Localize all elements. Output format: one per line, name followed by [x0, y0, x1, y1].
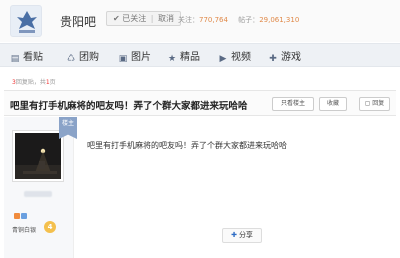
favorite-button[interactable]: 收藏: [319, 97, 347, 111]
share-label: 分享: [238, 231, 253, 239]
unfollow-label[interactable]: 取消: [158, 14, 174, 23]
reply-icon: ▢: [364, 100, 371, 107]
reply-suffix: 回复贴，共: [15, 79, 46, 86]
thread-title: 吧里有打手机麻将的吧友吗！弄了个群大家都进来玩哈哈: [10, 101, 248, 112]
tab-featured[interactable]: ★ 精品: [167, 48, 200, 64]
reply-label: 回复: [372, 100, 385, 107]
forum-name[interactable]: 贵阳吧: [60, 13, 96, 30]
avatar[interactable]: [13, 131, 63, 181]
level-number: 4: [44, 221, 56, 233]
level-label: 青铜白银: [12, 227, 37, 234]
tab-video-label: 视频: [231, 52, 251, 63]
star-icon: ★: [167, 54, 177, 64]
follow-count-label: 关注：: [178, 16, 199, 24]
badge-icon: [14, 213, 20, 219]
forum-logo-icon: [17, 11, 37, 33]
author-panel: 青铜白银 4: [4, 117, 74, 258]
thread-title-bar: 吧里有打手机麻将的吧友吗！弄了个群大家都进来玩哈哈 只看楼主 收藏 ▢ 回复: [4, 90, 396, 116]
forum-header: 贵阳吧 ✔ 已关注 | 取消 关注：770,764 帖子：29,061,310: [0, 0, 400, 42]
tab-games-label: 游戏: [281, 52, 301, 63]
tab-featured-label: 精品: [180, 52, 200, 63]
tab-video[interactable]: ▶ 视频: [218, 48, 251, 64]
forum-stats: 关注：770,764 帖子：29,061,310: [178, 15, 307, 25]
follow-label: 已关注: [122, 14, 147, 23]
tab-games[interactable]: ✚ 游戏: [268, 48, 301, 64]
share-button[interactable]: ✚ 分享: [222, 228, 262, 243]
post-count-label: 帖子：: [238, 16, 260, 24]
tab-posts[interactable]: ▤ 看贴: [10, 48, 43, 64]
badge-icon: [21, 213, 27, 219]
avatar-image: [15, 133, 61, 179]
follow-count: 770,764: [199, 16, 228, 24]
group-buy-icon: ♺: [66, 54, 76, 64]
page-suffix: 页: [49, 79, 56, 86]
follow-button[interactable]: ✔ 已关注 | 取消: [106, 11, 182, 26]
book-icon: ▤: [10, 54, 20, 64]
tab-posts-label: 看贴: [23, 52, 43, 63]
plus-icon: ✚: [231, 231, 237, 239]
tab-images[interactable]: ▣ 图片: [118, 48, 151, 64]
divider: |: [150, 14, 154, 23]
only-op-button[interactable]: 只看楼主: [272, 97, 314, 111]
post: 青铜白银 4 楼主 吧里有打手机麻将的吧友吗！弄了个群大家都进来玩哈哈 ✚ 分享: [4, 117, 396, 258]
pager-info: 3回复贴，共1页: [12, 77, 56, 86]
tab-group-buy-label: 团购: [79, 52, 99, 63]
post-content: 吧里有打手机麻将的吧友吗！弄了个群大家都进来玩哈哈: [87, 141, 287, 150]
author-badges: [14, 204, 28, 223]
tab-group-buy[interactable]: ♺ 团购: [66, 48, 99, 64]
tab-images-label: 图片: [131, 52, 151, 63]
author-name-blurred[interactable]: [24, 191, 52, 197]
gamepad-icon: ✚: [269, 54, 277, 64]
forum-nav: ▤ 看贴 ♺ 团购 ▣ 图片 ★ 精品 ▶ 视频 ✚ 游戏: [0, 43, 400, 67]
forum-logo[interactable]: [10, 5, 42, 37]
check-icon: ✔: [113, 14, 120, 23]
image-icon: ▣: [118, 54, 128, 64]
video-icon: ▶: [219, 54, 227, 64]
post-count: 29,061,310: [259, 16, 300, 24]
reply-button[interactable]: ▢ 回复: [359, 97, 390, 111]
